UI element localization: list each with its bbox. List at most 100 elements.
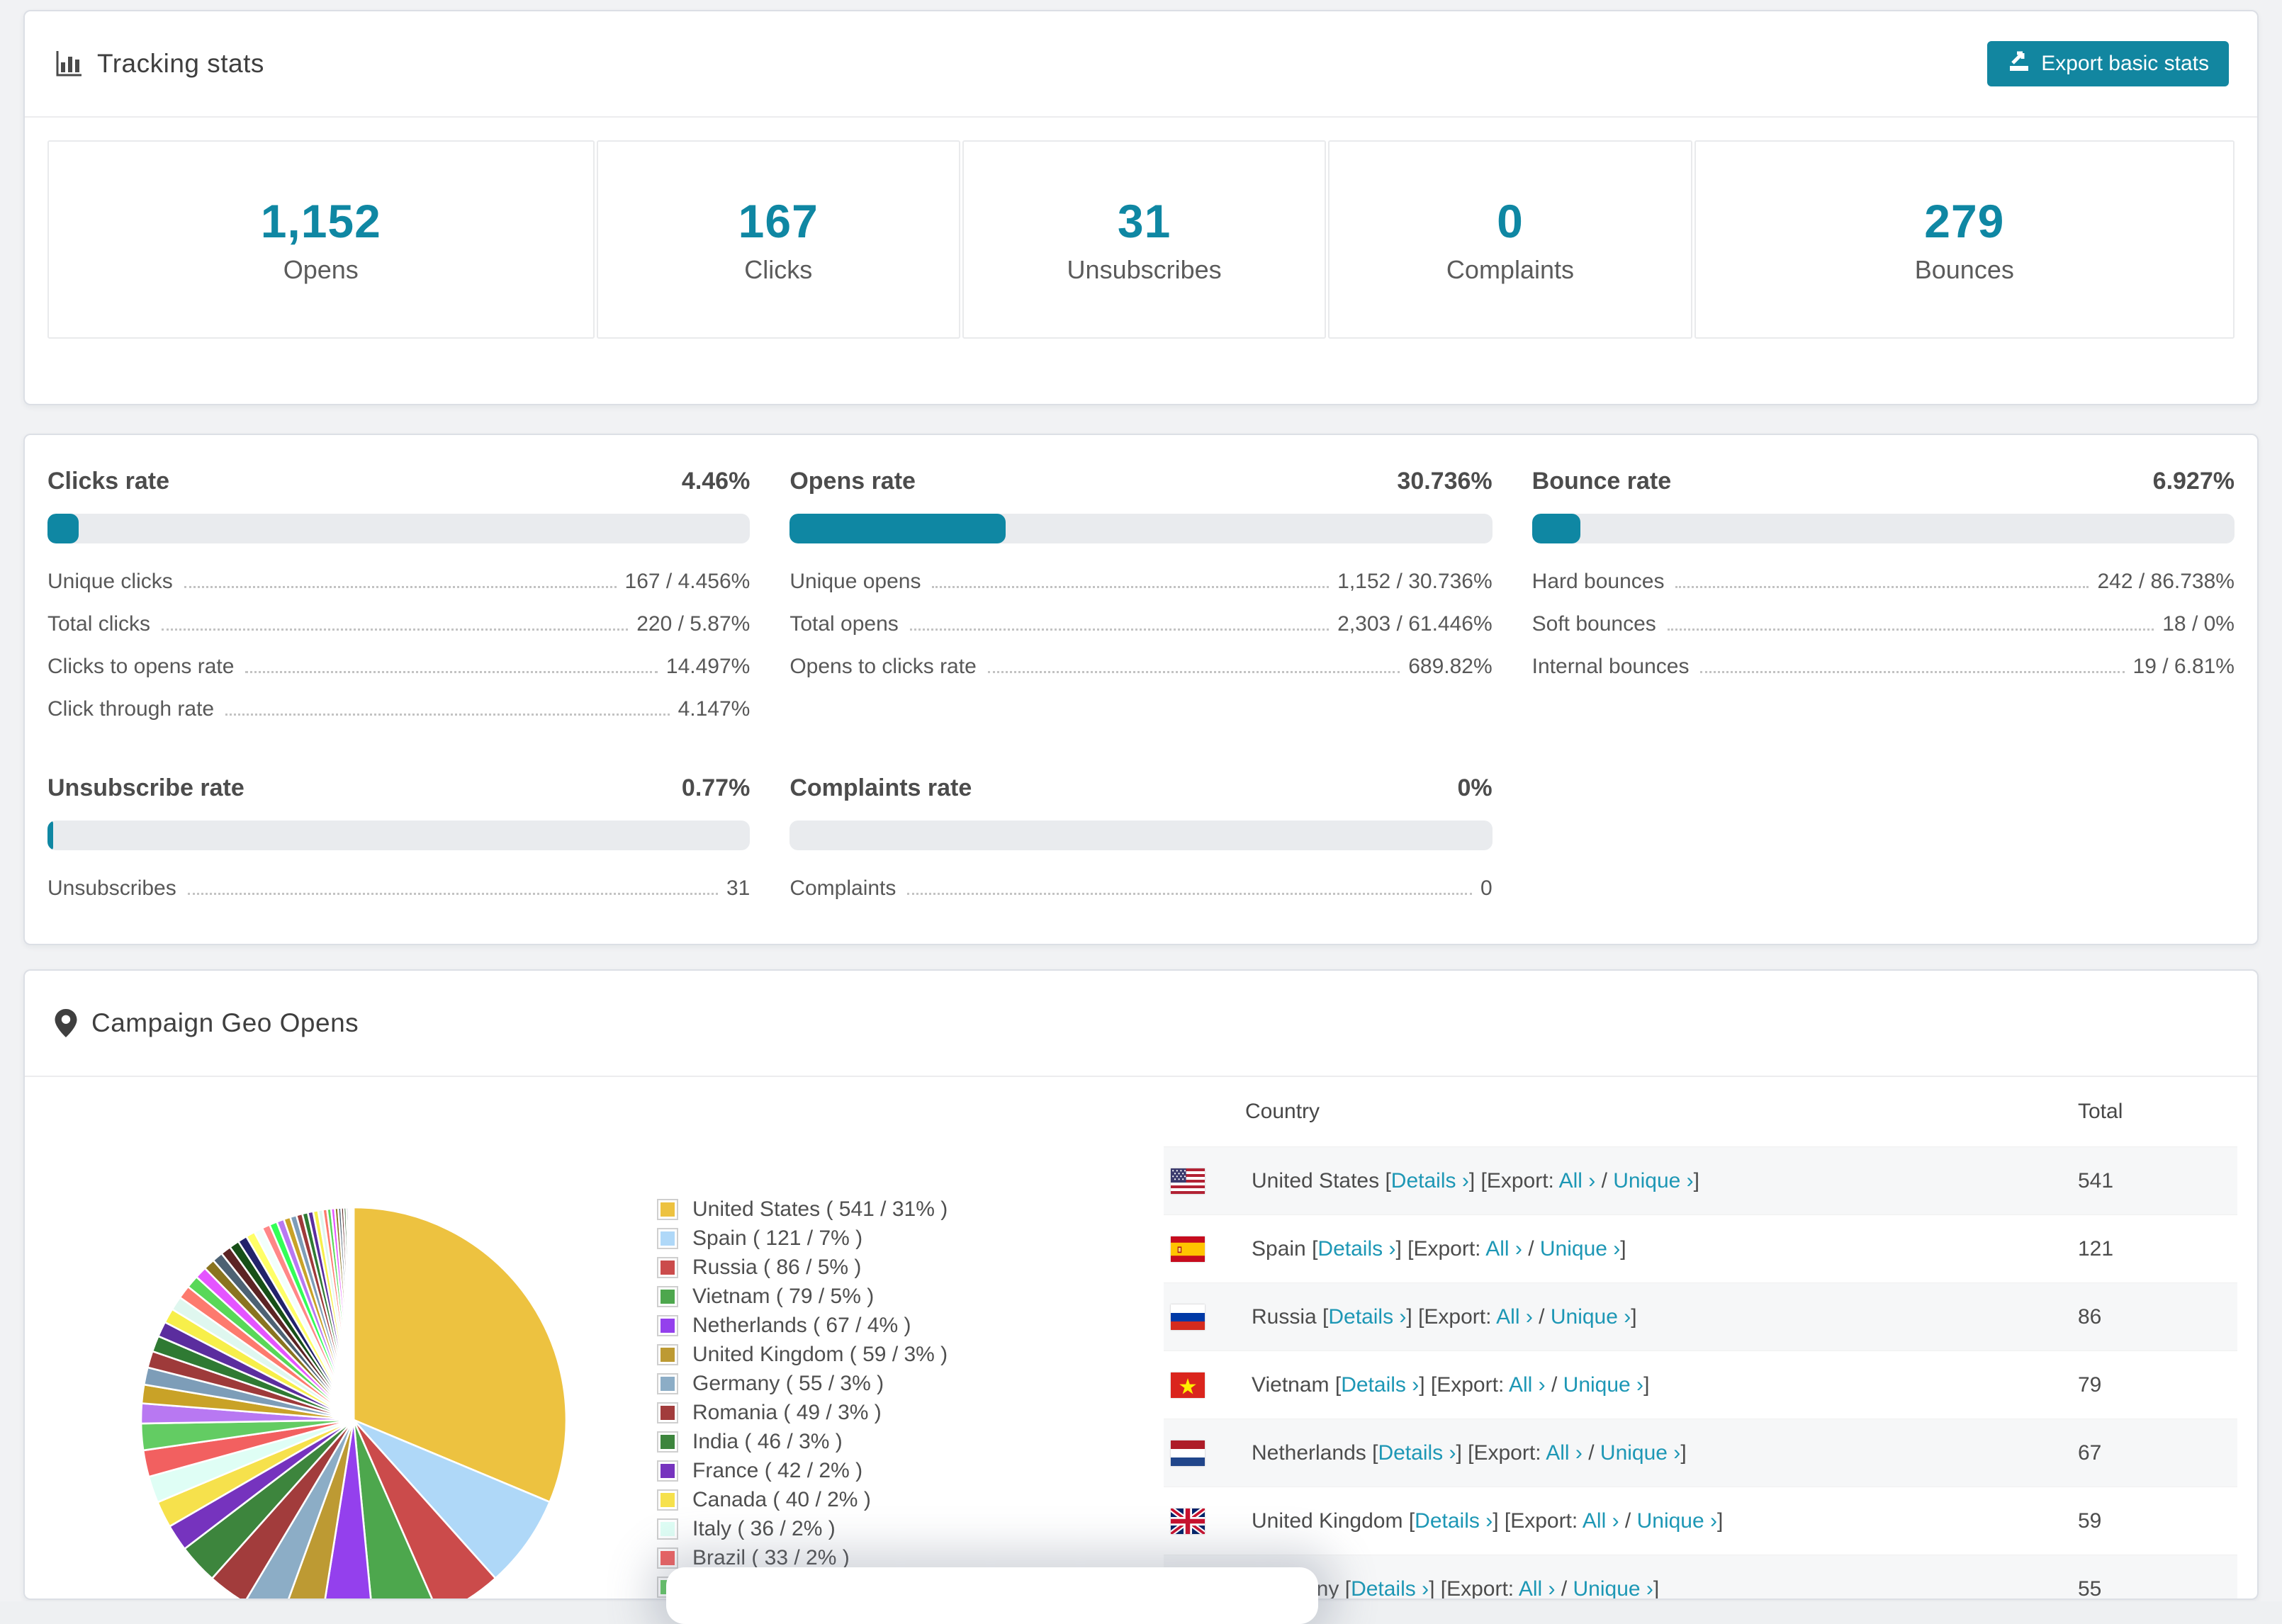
- legend-swatch: [657, 1489, 678, 1511]
- details-link[interactable]: Details ›: [1328, 1305, 1406, 1329]
- export-all-link[interactable]: All ›: [1559, 1169, 1596, 1192]
- rate-row-label: Click through rate: [47, 697, 215, 721]
- rate-row-label: Total opens: [789, 612, 899, 636]
- export-all-link[interactable]: All ›: [1496, 1305, 1533, 1329]
- rate-progress-fill: [47, 821, 53, 850]
- rate-row-label: Complaints: [789, 876, 896, 900]
- rate-row: Opens to clicks rate 689.82%: [789, 645, 1492, 688]
- country-text: Russia [Details ›] [Export: All › / Uniq…: [1252, 1304, 1637, 1329]
- total-cell: 121: [2078, 1236, 2114, 1261]
- legend-label: Spain ( 121 / 7% ): [692, 1226, 863, 1250]
- legend-swatch: [657, 1431, 678, 1453]
- legend-swatch: [657, 1314, 678, 1336]
- legend-label: Netherlands ( 67 / 4% ): [692, 1313, 911, 1337]
- flag-nl-icon: [1171, 1440, 1205, 1466]
- export-all-link[interactable]: All ›: [1519, 1577, 1556, 1599]
- export-unique-link[interactable]: Unique ›: [1573, 1577, 1653, 1599]
- details-link[interactable]: Details ›: [1378, 1441, 1456, 1465]
- geo-content: United States ( 541 / 31% ) Spain ( 121 /…: [25, 1077, 2257, 1599]
- geo-table-header-country: Country: [1245, 1100, 1320, 1123]
- summary-value: 279: [1924, 195, 2005, 247]
- dotted-leader: [225, 714, 670, 716]
- country-text: United States [Details ›] [Export: All ›…: [1252, 1168, 1699, 1192]
- geo-opens-title-text: Campaign Geo Opens: [91, 1008, 359, 1037]
- details-link[interactable]: Details ›: [1415, 1509, 1493, 1533]
- export-unique-link[interactable]: Unique ›: [1600, 1441, 1680, 1465]
- rate-row: Total clicks 220 / 5.87%: [47, 603, 750, 645]
- geo-table-row-gb: United Kingdom [Details ›] [Export: All …: [1164, 1487, 2237, 1555]
- legend-swatch: [657, 1372, 678, 1394]
- rate-head: Unsubscribe rate 0.77%: [47, 774, 750, 802]
- total-cell: 86: [2078, 1304, 2102, 1329]
- legend-label: Canada ( 40 / 2% ): [692, 1487, 871, 1511]
- rate-row-value: 167 / 4.456%: [624, 570, 751, 593]
- rate-row-label: Internal bounces: [1531, 655, 1690, 678]
- details-link[interactable]: Details ›: [1341, 1373, 1419, 1397]
- details-link[interactable]: Details ›: [1351, 1577, 1429, 1599]
- geo-opens-header: Campaign Geo Opens: [25, 971, 2257, 1077]
- export-unique-link[interactable]: Unique ›: [1563, 1373, 1643, 1397]
- rate-row: Total opens 2,303 / 61.446%: [789, 603, 1492, 645]
- dotted-leader: [1667, 628, 2154, 631]
- legend-label: Brazil ( 33 / 2% ): [692, 1545, 850, 1569]
- export-all-link[interactable]: All ›: [1583, 1509, 1619, 1533]
- country-cell: Russia [Details ›] [Export: All › / Uniq…: [1164, 1304, 2078, 1330]
- rate-progress-fill: [47, 514, 79, 543]
- legend-swatch: [657, 1518, 678, 1540]
- geo-table-header: Country Total: [1164, 1077, 2237, 1146]
- flag-gb-icon: [1171, 1508, 1205, 1534]
- details-link[interactable]: Details ›: [1391, 1169, 1469, 1192]
- rate-progress-track: [47, 514, 751, 543]
- bar-chart-icon: [53, 48, 84, 79]
- summary-value: 0: [1497, 195, 1524, 247]
- country-name: Spain: [1252, 1236, 1306, 1261]
- rate-row-value: 689.82%: [1408, 655, 1493, 678]
- export-all-link[interactable]: All ›: [1485, 1237, 1522, 1261]
- country-text: Vietnam [Details ›] [Export: All › / Uni…: [1252, 1372, 1650, 1397]
- geo-table-body: United States [Details ›] [Export: All ›…: [1164, 1146, 2237, 1599]
- rate-progress-track: [1531, 514, 2235, 543]
- rate-title: Unsubscribe rate: [47, 774, 244, 801]
- country-cell: Vietnam [Details ›] [Export: All › / Uni…: [1164, 1372, 2078, 1398]
- rates-grid: Clicks rate 4.46% Unique clicks 167 / 4.…: [25, 435, 2257, 910]
- export-all-link[interactable]: All ›: [1546, 1441, 1583, 1465]
- rate-title: Clicks rate: [47, 468, 169, 495]
- dotted-leader: [162, 628, 629, 631]
- total-cell: 67: [2078, 1440, 2102, 1465]
- flag-es-icon: [1171, 1236, 1205, 1262]
- summary-row: 1,152 Opens 167 Clicks 31 Unsubscribes 0 Compla…: [47, 140, 2235, 339]
- export-all-link[interactable]: All ›: [1509, 1373, 1546, 1397]
- legend-swatch: [657, 1343, 678, 1365]
- summary-label: Opens: [283, 255, 359, 284]
- dotted-leader: [932, 586, 1330, 588]
- rate-row-value: 19 / 6.81%: [2132, 655, 2235, 678]
- legend-item-canada: Canada ( 40 / 2% ): [657, 1485, 948, 1514]
- export-unique-link[interactable]: Unique ›: [1613, 1169, 1693, 1192]
- legend-item-russia: Russia ( 86 / 5% ): [657, 1253, 948, 1282]
- export-unique-link[interactable]: Unique ›: [1637, 1509, 1717, 1533]
- rate-row-label: Total clicks: [47, 612, 151, 636]
- dotted-leader: [1700, 671, 2125, 673]
- rate-head: Complaints rate 0%: [789, 774, 1492, 802]
- rate-section-complaints-rate: Complaints rate 0% Complaints 0: [789, 774, 1493, 910]
- tracking-stats-header: Tracking stats Export basic stats: [25, 11, 2257, 118]
- summary-label: Unsubscribes: [1067, 255, 1222, 284]
- export-unique-link[interactable]: Unique ›: [1551, 1305, 1631, 1329]
- rate-head: Opens rate 30.736%: [789, 468, 1492, 495]
- rate-row-value: 0: [1480, 876, 1493, 900]
- rate-head: Clicks rate 4.46%: [47, 468, 750, 495]
- rate-row-label: Unique clicks: [47, 570, 173, 593]
- total-cell: 541: [2078, 1168, 2114, 1192]
- legend-item-france: France ( 42 / 2% ): [657, 1456, 948, 1485]
- export-button-label: Export basic stats: [2041, 52, 2209, 75]
- geo-country-table: Country Total United States [Details ›] …: [1164, 1077, 2237, 1599]
- dotted-leader: [184, 586, 617, 588]
- rate-section-unsubscribe-rate: Unsubscribe rate 0.77% Unsubscribes 31: [47, 774, 751, 910]
- rate-value: 6.927%: [2152, 468, 2235, 495]
- export-unique-link[interactable]: Unique ›: [1540, 1237, 1620, 1261]
- export-basic-stats-button[interactable]: Export basic stats: [1987, 41, 2229, 86]
- details-link[interactable]: Details ›: [1317, 1237, 1395, 1261]
- legend-item-netherlands: Netherlands ( 67 / 4% ): [657, 1311, 948, 1340]
- country-cell: United States [Details ›] [Export: All ›…: [1164, 1168, 2078, 1194]
- rate-row: Clicks to opens rate 14.497%: [47, 645, 750, 688]
